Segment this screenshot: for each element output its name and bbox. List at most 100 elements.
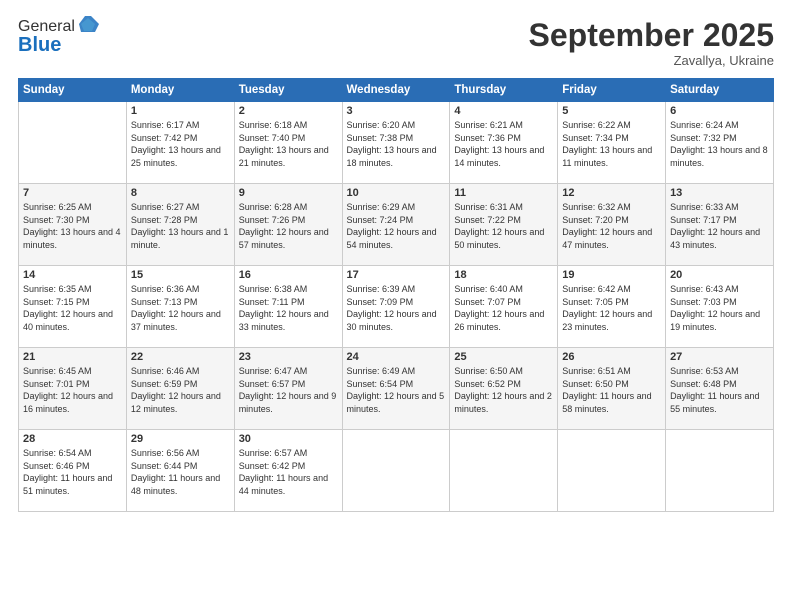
cell-0-0 bbox=[19, 102, 127, 184]
cell-info: Sunrise: 6:20 AMSunset: 7:38 PMDaylight:… bbox=[347, 119, 446, 169]
day-number: 24 bbox=[347, 351, 446, 363]
cell-4-0: 28 Sunrise: 6:54 AMSunset: 6:46 PMDayligh… bbox=[19, 430, 127, 512]
cell-0-1: 1 Sunrise: 6:17 AMSunset: 7:42 PMDaylight… bbox=[126, 102, 234, 184]
calendar-table: Sunday Monday Tuesday Wednesday Thursday… bbox=[18, 78, 774, 512]
col-monday: Monday bbox=[126, 79, 234, 102]
day-number: 17 bbox=[347, 269, 446, 281]
logo-blue-text: Blue bbox=[18, 34, 61, 57]
cell-info: Sunrise: 6:17 AMSunset: 7:42 PMDaylight:… bbox=[131, 119, 230, 169]
cell-1-0: 7Sunrise: 6:25 AMSunset: 7:30 PMDaylight… bbox=[19, 184, 127, 266]
week-row-3: 14 Sunrise: 6:35 AMSunset: 7:15 PMDayligh… bbox=[19, 266, 774, 348]
cell-info: Sunrise: 6:39 AMSunset: 7:09 PMDaylight:… bbox=[347, 283, 446, 333]
day-number: 9 bbox=[239, 187, 338, 199]
cell-info: Sunrise: 6:28 AMSunset: 7:26 PMDaylight:… bbox=[239, 201, 338, 251]
day-number: 22 bbox=[131, 351, 230, 363]
cell-3-4: 25Sunrise: 6:50 AMSunset: 6:52 PMDayligh… bbox=[450, 348, 558, 430]
cell-4-4 bbox=[450, 430, 558, 512]
cell-2-6: 20Sunrise: 6:43 AMSunset: 7:03 PMDayligh… bbox=[666, 266, 774, 348]
cell-0-5: 5 Sunrise: 6:22 AMSunset: 7:34 PMDaylight… bbox=[558, 102, 666, 184]
cell-4-3 bbox=[342, 430, 450, 512]
cell-info: Sunrise: 6:22 AMSunset: 7:34 PMDaylight:… bbox=[562, 119, 661, 169]
col-wednesday: Wednesday bbox=[342, 79, 450, 102]
cell-info: Sunrise: 6:38 AMSunset: 7:11 PMDaylight:… bbox=[239, 283, 338, 333]
cell-1-2: 9 Sunrise: 6:28 AMSunset: 7:26 PMDaylight… bbox=[234, 184, 342, 266]
day-number: 8 bbox=[131, 187, 230, 199]
cell-info: Sunrise: 6:21 AMSunset: 7:36 PMDaylight:… bbox=[454, 119, 553, 169]
col-sunday: Sunday bbox=[19, 79, 127, 102]
cell-info: Sunrise: 6:24 AMSunset: 7:32 PMDaylight:… bbox=[670, 119, 769, 169]
cell-info: Sunrise: 6:32 AMSunset: 7:20 PMDaylight:… bbox=[562, 201, 661, 251]
week-row-5: 28 Sunrise: 6:54 AMSunset: 6:46 PMDayligh… bbox=[19, 430, 774, 512]
cell-4-1: 29 Sunrise: 6:56 AMSunset: 6:44 PMDayligh… bbox=[126, 430, 234, 512]
cell-info: Sunrise: 6:36 AMSunset: 7:13 PMDaylight:… bbox=[131, 283, 230, 333]
cell-info: Sunrise: 6:54 AMSunset: 6:46 PMDaylight:… bbox=[23, 447, 122, 497]
header: General Blue September 2025 Zavallya, Uk… bbox=[18, 18, 774, 68]
cell-info: Sunrise: 6:40 AMSunset: 7:07 PMDaylight:… bbox=[454, 283, 553, 333]
day-number: 16 bbox=[239, 269, 338, 281]
cell-2-3: 17 Sunrise: 6:39 AMSunset: 7:09 PMDayligh… bbox=[342, 266, 450, 348]
cell-3-1: 22 Sunrise: 6:46 AMSunset: 6:59 PMDayligh… bbox=[126, 348, 234, 430]
day-number: 30 bbox=[239, 433, 338, 445]
col-friday: Friday bbox=[558, 79, 666, 102]
day-number: 4 bbox=[454, 105, 553, 117]
title-block: September 2025 Zavallya, Ukraine bbox=[529, 18, 774, 68]
day-number: 14 bbox=[23, 269, 122, 281]
cell-info: Sunrise: 6:46 AMSunset: 6:59 PMDaylight:… bbox=[131, 365, 230, 415]
cell-0-4: 4 Sunrise: 6:21 AMSunset: 7:36 PMDaylight… bbox=[450, 102, 558, 184]
month-title: September 2025 bbox=[529, 18, 774, 53]
day-number: 13 bbox=[670, 187, 769, 199]
day-number: 29 bbox=[131, 433, 230, 445]
cell-3-6: 27Sunrise: 6:53 AMSunset: 6:48 PMDayligh… bbox=[666, 348, 774, 430]
location: Zavallya, Ukraine bbox=[529, 53, 774, 68]
cell-0-2: 2Sunrise: 6:18 AMSunset: 7:40 PMDaylight… bbox=[234, 102, 342, 184]
cell-info: Sunrise: 6:42 AMSunset: 7:05 PMDaylight:… bbox=[562, 283, 661, 333]
cell-3-5: 26 Sunrise: 6:51 AMSunset: 6:50 PMDayligh… bbox=[558, 348, 666, 430]
cell-info: Sunrise: 6:25 AMSunset: 7:30 PMDaylight:… bbox=[23, 201, 122, 251]
cell-info: Sunrise: 6:45 AMSunset: 7:01 PMDaylight:… bbox=[23, 365, 122, 415]
cell-3-3: 24Sunrise: 6:49 AMSunset: 6:54 PMDayligh… bbox=[342, 348, 450, 430]
col-thursday: Thursday bbox=[450, 79, 558, 102]
cell-info: Sunrise: 6:47 AMSunset: 6:57 PMDaylight:… bbox=[239, 365, 338, 415]
cell-info: Sunrise: 6:43 AMSunset: 7:03 PMDaylight:… bbox=[670, 283, 769, 333]
cell-info: Sunrise: 6:57 AMSunset: 6:42 PMDaylight:… bbox=[239, 447, 338, 497]
day-number: 21 bbox=[23, 351, 122, 363]
cell-2-4: 18 Sunrise: 6:40 AMSunset: 7:07 PMDayligh… bbox=[450, 266, 558, 348]
cell-info: Sunrise: 6:35 AMSunset: 7:15 PMDaylight:… bbox=[23, 283, 122, 333]
cell-4-5 bbox=[558, 430, 666, 512]
week-row-2: 7Sunrise: 6:25 AMSunset: 7:30 PMDaylight… bbox=[19, 184, 774, 266]
cell-2-1: 15Sunrise: 6:36 AMSunset: 7:13 PMDayligh… bbox=[126, 266, 234, 348]
day-number: 5 bbox=[562, 105, 661, 117]
day-number: 19 bbox=[562, 269, 661, 281]
day-number: 3 bbox=[347, 105, 446, 117]
cell-2-2: 16 Sunrise: 6:38 AMSunset: 7:11 PMDayligh… bbox=[234, 266, 342, 348]
cell-2-5: 19 Sunrise: 6:42 AMSunset: 7:05 PMDayligh… bbox=[558, 266, 666, 348]
cell-4-2: 30 Sunrise: 6:57 AMSunset: 6:42 PMDayligh… bbox=[234, 430, 342, 512]
day-number: 1 bbox=[131, 105, 230, 117]
col-saturday: Saturday bbox=[666, 79, 774, 102]
week-row-1: 1 Sunrise: 6:17 AMSunset: 7:42 PMDaylight… bbox=[19, 102, 774, 184]
cell-info: Sunrise: 6:51 AMSunset: 6:50 PMDaylight:… bbox=[562, 365, 661, 415]
cell-1-5: 12 Sunrise: 6:32 AMSunset: 7:20 PMDayligh… bbox=[558, 184, 666, 266]
cell-1-3: 10Sunrise: 6:29 AMSunset: 7:24 PMDayligh… bbox=[342, 184, 450, 266]
day-number: 27 bbox=[670, 351, 769, 363]
logo-icon bbox=[77, 14, 99, 36]
cell-info: Sunrise: 6:56 AMSunset: 6:44 PMDaylight:… bbox=[131, 447, 230, 497]
cell-3-2: 23 Sunrise: 6:47 AMSunset: 6:57 PMDayligh… bbox=[234, 348, 342, 430]
cell-2-0: 14 Sunrise: 6:35 AMSunset: 7:15 PMDayligh… bbox=[19, 266, 127, 348]
cell-info: Sunrise: 6:27 AMSunset: 7:28 PMDaylight:… bbox=[131, 201, 230, 251]
day-number: 26 bbox=[562, 351, 661, 363]
cell-1-6: 13 Sunrise: 6:33 AMSunset: 7:17 PMDayligh… bbox=[666, 184, 774, 266]
day-number: 12 bbox=[562, 187, 661, 199]
cell-1-4: 11Sunrise: 6:31 AMSunset: 7:22 PMDayligh… bbox=[450, 184, 558, 266]
day-number: 23 bbox=[239, 351, 338, 363]
day-number: 28 bbox=[23, 433, 122, 445]
cell-4-6 bbox=[666, 430, 774, 512]
cell-info: Sunrise: 6:33 AMSunset: 7:17 PMDaylight:… bbox=[670, 201, 769, 251]
cell-1-1: 8 Sunrise: 6:27 AMSunset: 7:28 PMDaylight… bbox=[126, 184, 234, 266]
day-number: 18 bbox=[454, 269, 553, 281]
cell-0-3: 3 Sunrise: 6:20 AMSunset: 7:38 PMDaylight… bbox=[342, 102, 450, 184]
week-row-4: 21 Sunrise: 6:45 AMSunset: 7:01 PMDayligh… bbox=[19, 348, 774, 430]
day-number: 11 bbox=[454, 187, 553, 199]
header-row: Sunday Monday Tuesday Wednesday Thursday… bbox=[19, 79, 774, 102]
cell-info: Sunrise: 6:29 AMSunset: 7:24 PMDaylight:… bbox=[347, 201, 446, 251]
